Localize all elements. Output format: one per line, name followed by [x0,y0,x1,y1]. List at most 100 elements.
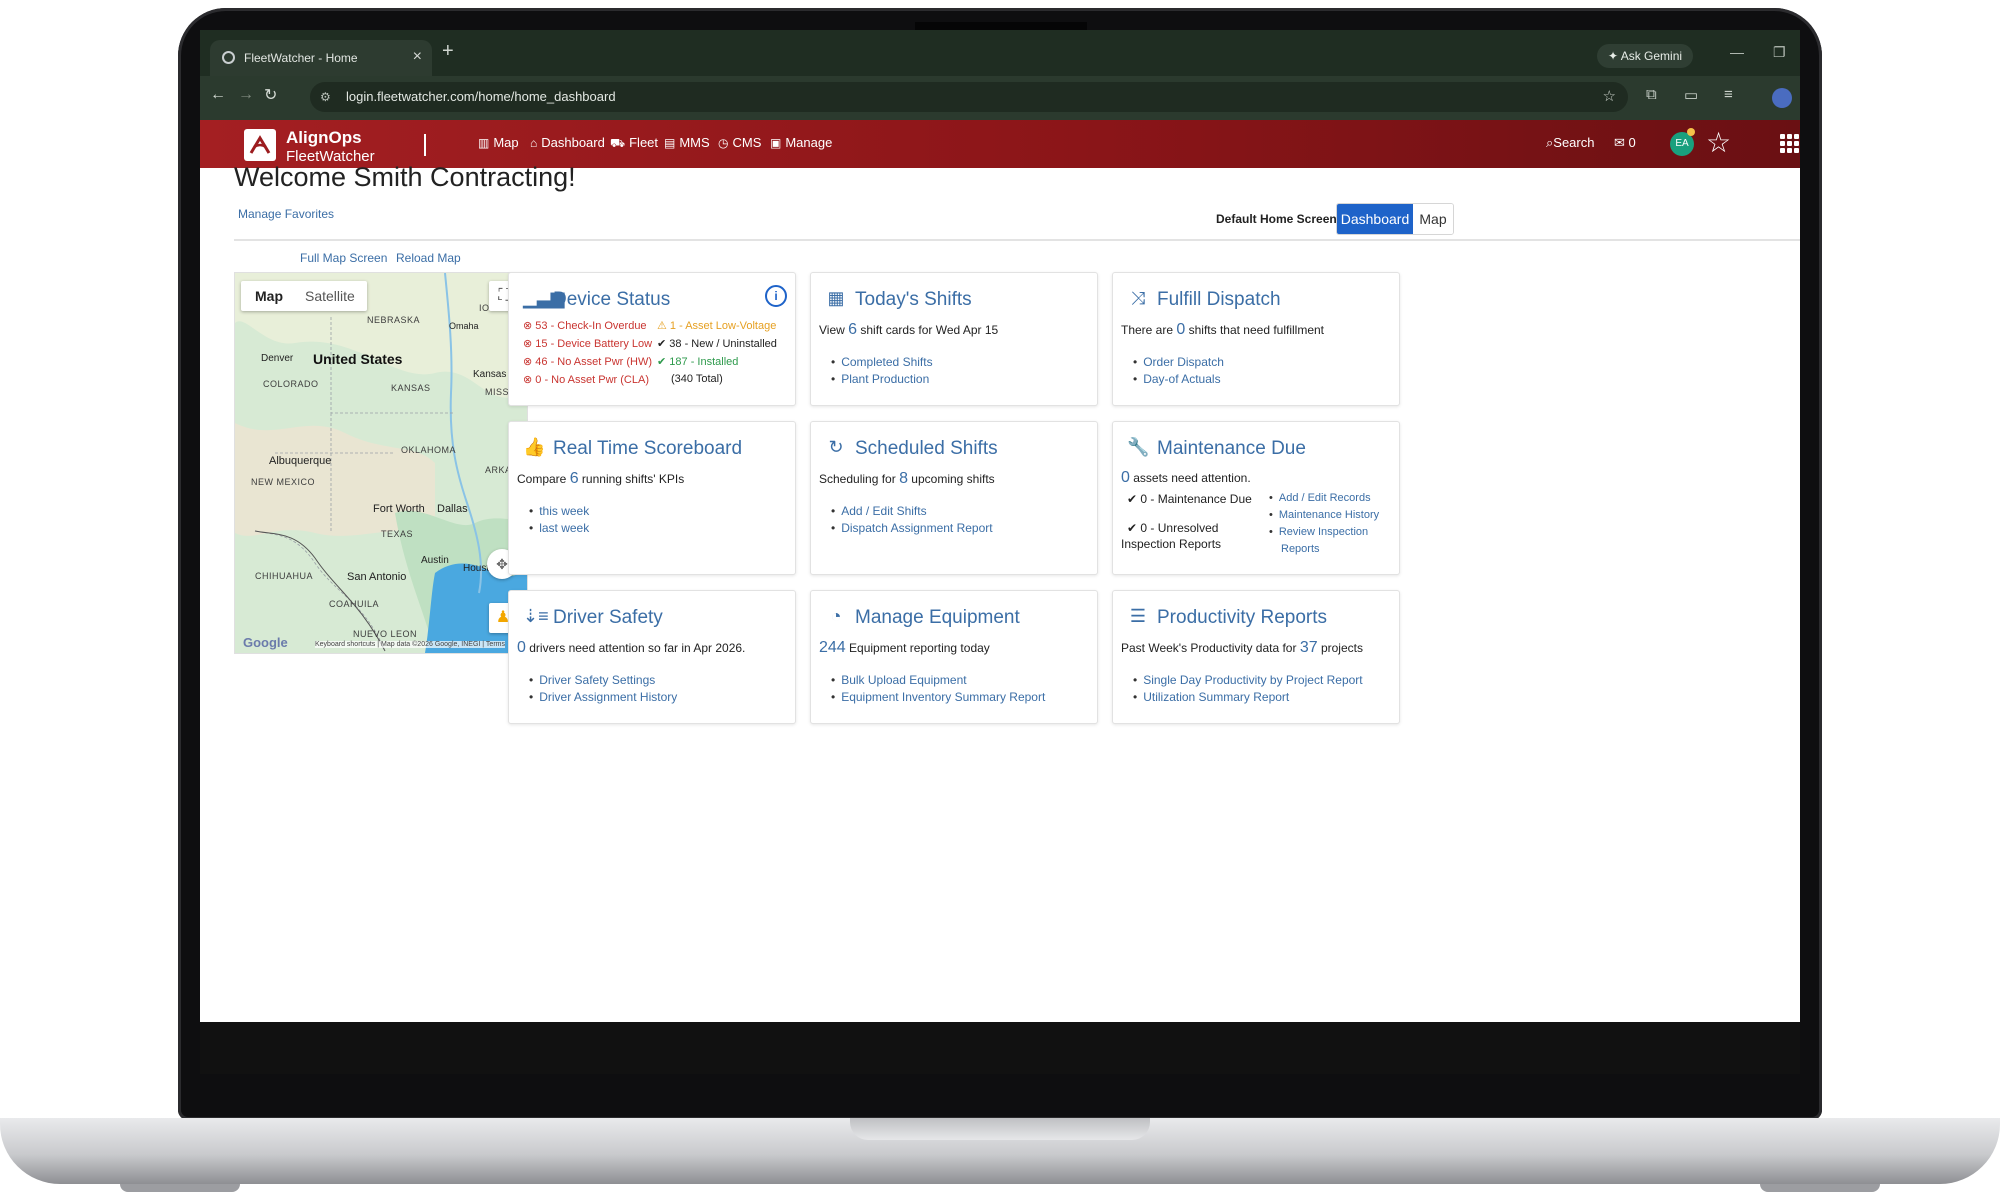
map-tab-map[interactable]: Map [255,288,283,304]
search-button[interactable]: ⌕Search [1546,135,1594,151]
manage-icon: ▣ [770,136,782,150]
globe-icon [222,51,235,64]
reload-icon[interactable]: ↻ [264,85,277,105]
link-driver-safety-settings[interactable]: Driver Safety Settings [529,673,655,687]
card-title[interactable]: Fulfill Dispatch [1157,289,1281,311]
map-view[interactable]: Map Satellite ⛶ NEBRASKA Omaha IO Denver… [234,272,528,654]
home-icon: ⌂ [530,136,538,150]
link-utilization-summary[interactable]: Utilization Summary Report [1133,690,1289,704]
forward-icon[interactable]: → [238,86,254,104]
alignops-logo[interactable] [244,129,276,161]
map-label: Albuquerque [269,455,332,467]
tab-title: FleetWatcher - Home [244,51,358,65]
mail-button[interactable]: ✉ 0 [1614,135,1636,151]
card-title[interactable]: Driver Safety [553,607,663,629]
link-driver-assignment-history[interactable]: Driver Assignment History [529,690,677,704]
map-label: United States [313,351,403,367]
link-review-inspection-reports-cont[interactable]: Reports [1281,543,1320,555]
card-title[interactable]: Productivity Reports [1157,607,1327,629]
apps-grid-icon[interactable] [1780,134,1799,154]
seg-map-button[interactable]: Map [1413,204,1453,234]
card-summary: Past Week's Productivity data for 37 pro… [1121,639,1363,656]
card-title[interactable]: Maintenance Due [1157,438,1306,460]
link-single-day-productivity[interactable]: Single Day Productivity by Project Repor… [1133,673,1362,687]
link-plant-production[interactable]: Plant Production [831,372,929,386]
favorites-star-icon[interactable]: ☆ [1706,126,1731,159]
status-no-asset-pwr-cla[interactable]: ⊗ 0 - No Asset Pwr (CLA) [523,373,649,386]
media-icon[interactable]: ≡ [1724,86,1733,103]
card-summary: View 6 shift cards for Wed Apr 15 [819,321,999,338]
map-label: Austin [421,555,449,566]
seg-dashboard-button[interactable]: Dashboard [1337,204,1413,234]
status-battery-low[interactable]: ⊗ 15 - Device Battery Low [523,337,652,350]
nav-fleet[interactable]: ⛟ Fleet [610,135,658,152]
signal-bars-icon: ▁▃▆ [523,288,565,308]
status-no-asset-pwr-hw[interactable]: ⊗ 46 - No Asset Pwr (HW) [523,355,652,368]
card-title[interactable]: Scheduled Shifts [855,438,998,460]
card-title[interactable]: Device Status [553,289,670,311]
nav-dashboard[interactable]: ⌂ Dashboard [530,135,605,150]
card-summary: Compare 6 running shifts' KPIs [517,470,685,487]
notification-dot [1687,128,1695,136]
address-bar[interactable]: ⚙ login.fleetwatcher.com/home/home_dashb… [310,82,1628,112]
link-bulk-upload-equipment[interactable]: Bulk Upload Equipment [831,673,966,687]
manage-favorites-link[interactable]: Manage Favorites [238,207,334,221]
card-title[interactable]: Manage Equipment [855,607,1020,629]
link-review-inspection-reports[interactable]: Review Inspection [1269,526,1368,538]
link-add-edit-records[interactable]: Add / Edit Records [1269,492,1371,504]
card-title[interactable]: Today's Shifts [855,289,972,311]
nav-cms[interactable]: ◷ CMS [718,135,761,150]
link-day-of-actuals[interactable]: Day-of Actuals [1133,372,1220,386]
link-dispatch-assignment-report[interactable]: Dispatch Assignment Report [831,521,992,535]
browser-tab[interactable]: FleetWatcher - Home × [210,40,432,76]
site-info-icon[interactable]: ⚙ [320,82,331,112]
map-tab-satellite[interactable]: Satellite [305,288,355,304]
info-icon[interactable]: i [765,285,787,307]
status-new-uninstalled[interactable]: ✔ 38 - New / Uninstalled [657,337,777,350]
calendar-icon: ▦ [827,288,845,308]
reload-map-link[interactable]: Reload Map [396,251,461,265]
card-todays-shifts: ▦ Today's Shifts View 6 shift cards for … [810,272,1098,406]
card-maintenance-due: 🔧 Maintenance Due 0 assets need attentio… [1112,421,1400,575]
cast-icon[interactable]: ▭ [1684,86,1698,104]
status-low-voltage[interactable]: ⚠ 1 - Asset Low-Voltage [657,319,776,332]
link-maintenance-history[interactable]: Maintenance History [1269,509,1379,521]
link-order-dispatch[interactable]: Order Dispatch [1133,355,1224,369]
nav-map[interactable]: ▥ Map [478,135,519,150]
maintenance-due-count: ✔ 0 - Maintenance Due [1127,492,1252,506]
status-check-in-overdue[interactable]: ⊗ 53 - Check-In Overdue [523,319,647,332]
brand-name: AlignOps [286,128,362,147]
card-manage-equipment: ◔ Manage Equipment 244 Equipment reporti… [810,590,1098,724]
status-installed[interactable]: ✔ 187 - Installed [657,355,738,368]
map-attribution[interactable]: Keyboard shortcuts | Map data ©2026 Goog… [315,641,505,648]
map-label: COAHUILA [329,599,380,609]
url-text: login.fleetwatcher.com/home/home_dashboa… [346,89,616,104]
card-summary: There are 0 shifts that need fulfillment [1121,321,1325,338]
map-label: NUEVO LEON [353,629,418,639]
link-last-week[interactable]: last week [529,521,589,535]
map-label: TEXAS [381,529,414,539]
link-this-week[interactable]: this week [529,504,589,518]
extensions-icon[interactable]: ⧉ [1646,86,1657,103]
link-completed-shifts[interactable]: Completed Shifts [831,355,932,369]
browser-toolbar: ← → ↻ ⚙ login.fleetwatcher.com/home/home… [200,76,1800,120]
full-map-link[interactable]: Full Map Screen [300,251,387,265]
app-navbar: AlignOps FleetWatcher ▥ Map ⌂ Dashboard ⛟ F… [200,120,1800,168]
close-tab-icon[interactable]: × [413,48,422,66]
map-label: NEBRASKA [367,315,421,325]
card-productivity-reports: ☰ Productivity Reports Past Week's Produ… [1112,590,1400,724]
new-tab-button[interactable]: + [442,40,454,63]
minimize-icon[interactable]: — [1730,44,1744,60]
back-icon[interactable]: ← [210,86,226,104]
default-home-label: Default Home Screen [1216,212,1337,226]
map-label: Fort Worth [373,503,425,515]
profile-avatar[interactable] [1772,88,1792,108]
link-add-edit-shifts[interactable]: Add / Edit Shifts [831,504,926,518]
bookmark-star-icon[interactable]: ☆ [1603,82,1616,112]
nav-mms[interactable]: ▤ MMS [664,135,710,150]
card-title[interactable]: Real Time Scoreboard [553,438,742,460]
ask-gemini-button[interactable]: ✦ Ask Gemini [1597,44,1693,68]
link-equipment-inventory-summary[interactable]: Equipment Inventory Summary Report [831,690,1045,704]
nav-manage[interactable]: ▣ Manage [770,135,832,150]
restore-icon[interactable]: ❐ [1773,44,1786,61]
